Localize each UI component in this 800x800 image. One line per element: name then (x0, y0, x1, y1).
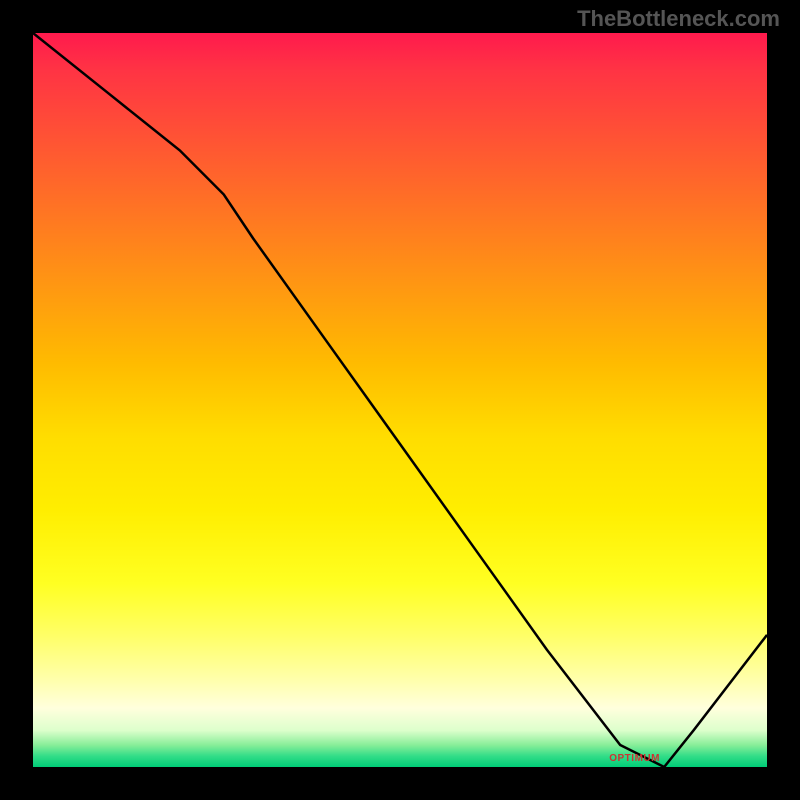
watermark-text: TheBottleneck.com (577, 6, 780, 32)
bottleneck-curve (33, 33, 767, 767)
optimum-marker-label: OPTIMUM (609, 753, 660, 764)
chart-svg (33, 33, 767, 767)
